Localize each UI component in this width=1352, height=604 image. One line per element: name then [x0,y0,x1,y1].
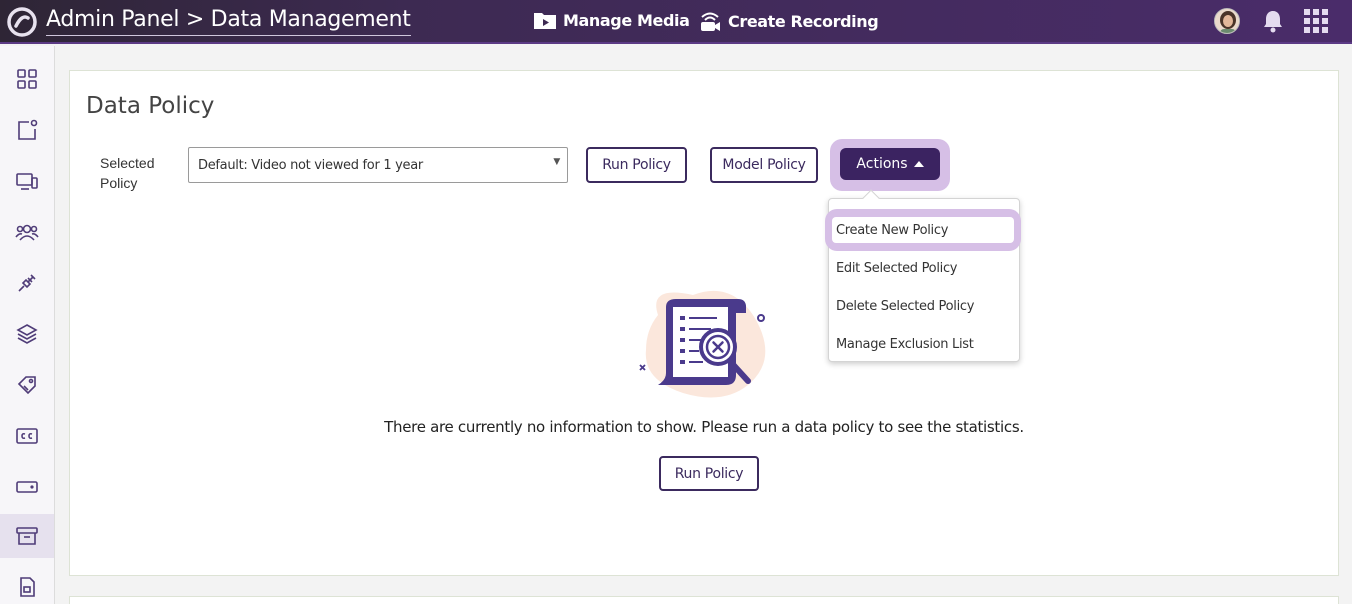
top-bar: Admin Panel > Data Management Manage Med… [0,0,1352,44]
sidebar-item-tags[interactable] [0,363,54,407]
menu-item-create-new-policy[interactable]: Create New Policy [829,213,1019,247]
sidebar-item-dashboard[interactable] [0,57,54,101]
selected-policy-select[interactable]: Default: Video not viewed for 1 year ▼ [188,147,568,183]
sidebar-item-devices[interactable] [0,159,54,203]
empty-state-message: There are currently no information to sh… [384,418,1024,436]
create-recording-label: Create Recording [728,11,879,31]
user-avatar[interactable] [1214,8,1240,34]
sidebar-item-storage[interactable] [0,465,54,509]
integrations-plug-icon [18,274,36,292]
caret-up-icon [913,161,924,167]
selected-policy-label: Selected Policy [100,155,155,191]
empty-state-document-search-icon [639,290,766,398]
breadcrumb[interactable]: Admin Panel > Data Management [46,7,411,36]
layers-icon [16,324,38,344]
actions-label: Actions [856,156,908,172]
apps-grid-icon[interactable] [1304,9,1328,33]
closed-captions-icon [16,428,38,444]
manage-media-link[interactable]: Manage Media [533,9,690,31]
run-policy-button[interactable]: Run Policy [586,147,687,183]
sidebar-item-layers[interactable] [0,312,54,356]
menu-item-delete-selected-policy[interactable]: Delete Selected Policy [829,289,1019,323]
sidebar-item-captions[interactable] [0,414,54,458]
create-recording-link[interactable]: Create Recording [698,9,879,33]
storage-icon [16,481,38,493]
archive-icon [16,527,38,545]
media-folder-icon [534,13,556,29]
content-icon [18,119,38,140]
chevron-down-icon: ▼ [553,157,560,167]
empty-run-policy-button[interactable]: Run Policy [659,456,759,491]
devices-icon [16,173,38,190]
notifications-bell-icon[interactable] [1262,9,1284,33]
sidebar-item-integrations[interactable] [0,261,54,305]
model-policy-button[interactable]: Model Policy [710,147,818,183]
data-policy-card: Data Policy Selected Policy Default: Vid… [69,70,1339,576]
recording-icon [701,12,720,31]
manage-media-label: Manage Media [563,10,690,30]
menu-item-edit-selected-policy[interactable]: Edit Selected Policy [829,251,1019,285]
actions-button[interactable]: Actions [840,148,940,180]
menu-item-manage-exclusion-list[interactable]: Manage Exclusion List [829,327,1019,361]
tag-icon [17,376,36,395]
actions-menu: Create New Policy Edit Selected Policy D… [825,189,1021,362]
sidebar-item-reports[interactable] [0,565,54,604]
sidebar-item-content[interactable] [0,108,54,152]
actions-focus-ring: Actions [830,139,950,191]
sidebar-item-archive[interactable] [0,514,54,558]
app-logo-icon[interactable] [6,6,38,38]
sidebar [0,46,55,604]
dashboard-grid-icon [17,69,37,89]
secondary-card [69,596,1339,604]
reports-icon [20,577,35,597]
page-title: Data Policy [86,93,215,119]
users-icon [15,224,39,241]
sidebar-item-users[interactable] [0,210,54,254]
selected-policy-value: Default: Video not viewed for 1 year [198,158,423,173]
